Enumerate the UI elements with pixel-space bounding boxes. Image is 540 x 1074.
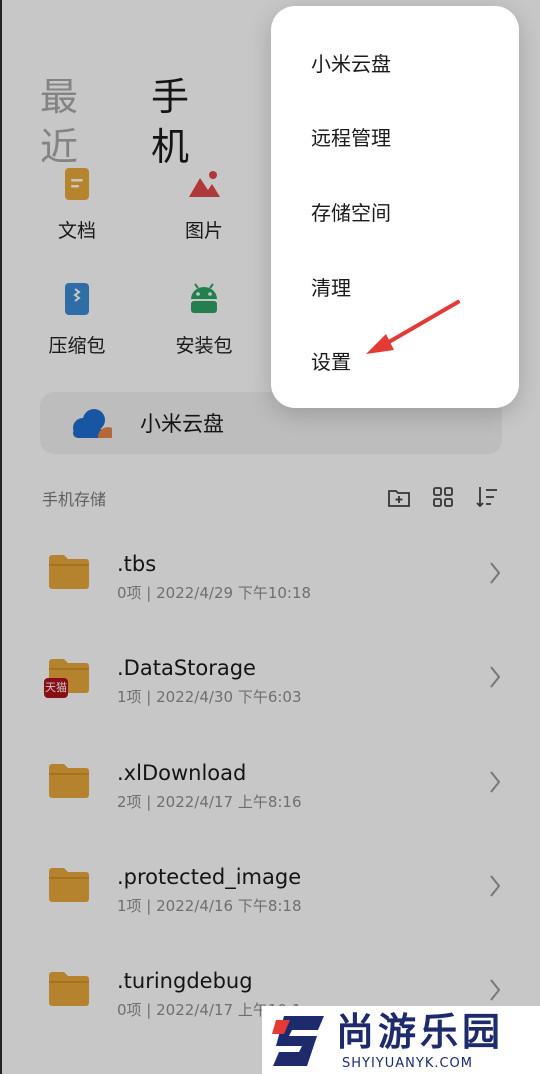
menu-item-xiaomi-cloud[interactable]: 小米云盘 [311, 50, 391, 78]
menu-item-settings[interactable]: 设置 [311, 348, 351, 376]
watermark-text: 尚游乐园 [336, 1010, 505, 1054]
watermark-logo-icon [272, 1016, 324, 1066]
watermark-url: SHYIYUANYK.COM [342, 1056, 473, 1071]
menu-item-remote-management[interactable]: 远程管理 [311, 124, 391, 152]
menu-item-storage-space[interactable]: 存储空间 [311, 199, 391, 227]
menu-item-clean[interactable]: 清理 [311, 274, 351, 302]
watermark: 尚游乐园 SHYIYUANYK.COM [262, 1006, 540, 1074]
red-arrow-annotation [366, 300, 460, 354]
